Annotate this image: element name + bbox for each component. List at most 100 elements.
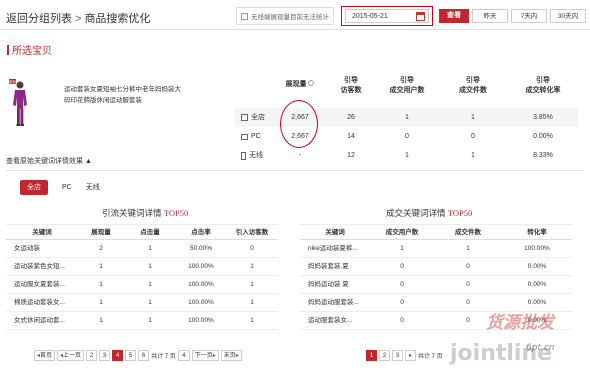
page-6-button[interactable]: 6 — [138, 350, 150, 361]
page-1-button[interactable]: 1 — [366, 350, 377, 361]
help-icon[interactable] — [308, 80, 315, 86]
metric-header-line1: 引导 — [536, 77, 550, 84]
date-highlight-frame: 2015-05-21 — [341, 6, 433, 26]
breadcrumb-current: 商品搜索优化 — [84, 13, 151, 25]
metric-header-line1: 引导 — [400, 77, 414, 84]
traffic-row: 女运动装 2 1 50.00% 0 — [6, 241, 278, 258]
page-5-button[interactable]: 5 — [125, 350, 137, 361]
value-cell: 0 — [400, 263, 404, 270]
page-4-button[interactable]: 4 — [112, 350, 124, 361]
column-header: 成交件数 — [455, 229, 481, 236]
value-cell: 1 — [400, 245, 404, 252]
column-header: 点击率 — [191, 229, 211, 236]
value-cell: 0 — [250, 245, 254, 252]
value-cell: 0.00% — [527, 263, 547, 270]
value-cell: 0.00% — [527, 281, 547, 288]
keyword-cell[interactable]: 妈妈运动服套装... — [300, 295, 370, 311]
keyword-cell[interactable]: 运动服套装女... — [300, 313, 370, 329]
value-cell: 0 — [400, 317, 404, 324]
breadcrumb-back-link[interactable]: 返回分组列表 — [6, 13, 72, 25]
mobile-icon — [241, 151, 246, 160]
value-cell: 100.00% — [188, 263, 214, 270]
column-header: 转化率 — [527, 229, 547, 236]
value-cell: 100.00% — [188, 281, 214, 288]
channel-tabs: 全店 PC 无线 — [20, 180, 100, 195]
metric-value: 26 — [347, 114, 355, 121]
pager-label: 首页 — [40, 353, 53, 359]
row-label-text: 全店 — [251, 114, 265, 121]
value-cell: 1 — [148, 245, 152, 252]
metric-value: 1 — [405, 152, 409, 159]
metric-header-items: 引导 成交件数 — [446, 76, 500, 96]
product-title[interactable]: 运动套装女夏短袖七分裤中老年妈妈装大码印花韩版休闲运动服套装 — [64, 84, 182, 106]
keyword-cell[interactable]: 运动服女夏套装... — [6, 277, 78, 293]
page-jump-input[interactable]: 4 — [177, 350, 190, 361]
query-button[interactable]: 查看 — [439, 9, 469, 23]
metric-row-wireless: 无线 - 12 1 1 8.33% — [235, 146, 578, 165]
value-cell: 1 — [250, 317, 254, 324]
row-label-text: PC — [251, 133, 261, 140]
page-2-button[interactable]: 2 — [86, 350, 98, 361]
metric-value: 1 — [471, 152, 475, 159]
keyword-cell[interactable]: nike运动装夏裤... — [300, 241, 370, 257]
last-page-button[interactable]: 末页▸ — [220, 350, 242, 361]
watermark-domain: 6pt.cn — [526, 343, 555, 353]
traffic-row: 女式休闲运动套... 1 1 100.00% 1 — [6, 313, 278, 330]
keyword-cell[interactable]: 棉质运动套装女... — [6, 295, 78, 311]
page-3-button[interactable]: 3 — [99, 350, 111, 361]
pager-label: 上一页 — [63, 353, 82, 359]
value-cell: 2 — [99, 245, 103, 252]
metric-header-line2: 成交件数 — [459, 87, 487, 94]
keyword-cell[interactable]: 妈妈运动装 夏 — [300, 277, 370, 293]
top-bar: 返回分组列表 > 商品搜索优化 无线端展现量目前无法统计 2015-05-21 查看… — [0, 0, 590, 30]
value-cell: 1 — [250, 299, 254, 306]
divider — [6, 170, 584, 171]
page-2-button[interactable]: 2 — [379, 350, 390, 361]
traffic-pagination: ◂首页 ◂上一页 2 3 4 5 6 共计 7 页 4 下一页▸ 末页▸ — [34, 350, 242, 361]
section-header: 所选宝贝 — [7, 42, 52, 57]
column-header: 展现量 — [91, 229, 111, 236]
keyword-cell[interactable]: 女运动装 — [6, 241, 78, 257]
value-cell: 0 — [400, 299, 404, 306]
notice-text: 无线端展现量目前无法统计 — [251, 14, 329, 21]
store-icon — [241, 114, 248, 121]
conversion-row: 妈妈运动装 夏 0 0 0.00% — [300, 277, 572, 294]
keyword-cell[interactable]: 女式休闲运动套... — [6, 313, 78, 329]
value-cell: 1 — [466, 245, 470, 252]
monitor-icon — [241, 133, 248, 140]
value-cell: 1 — [250, 263, 254, 270]
wireless-notice: 无线端展现量目前无法统计 — [236, 7, 334, 25]
traffic-keywords-title: 引流关键词详情 TOP50 — [102, 207, 188, 219]
page-3-button[interactable]: 3 — [392, 350, 403, 361]
keyword-cell[interactable]: 运动装紫色女短... — [6, 259, 78, 275]
table-title-text: 引流关键词详情 — [102, 208, 164, 218]
product-image[interactable]: 新品 — [9, 79, 31, 127]
conversion-row: nike运动装夏裤... 1 1 100.00% — [300, 241, 572, 258]
keyword-cell[interactable]: 妈妈装套装.夏 — [300, 259, 370, 275]
traffic-table-header: 关键词 展现量 点击量 点击率 引入访客数 — [6, 224, 278, 240]
calendar-icon[interactable] — [416, 12, 425, 21]
range-yesterday-button[interactable]: 昨天 — [472, 9, 508, 23]
prev-page-button[interactable]: ◂上一页 — [57, 350, 85, 361]
notice-checkbox-icon[interactable] — [241, 12, 248, 20]
column-header: 引入访客数 — [235, 229, 269, 236]
section-marker — [7, 44, 9, 55]
watermark-line1: 货源批发 — [486, 313, 556, 333]
date-input[interactable]: 2015-05-21 — [345, 9, 429, 23]
toggle-keyword-details[interactable]: 查看原始关键词详情效果 ▲ — [6, 156, 92, 166]
first-page-button[interactable]: ◂首页 — [34, 350, 56, 361]
impressions-highlight-circle — [280, 100, 318, 148]
tab-all[interactable]: 全店 — [20, 180, 48, 195]
metric-value: - — [298, 152, 302, 159]
table-title-top: TOP50 — [447, 208, 473, 218]
metric-value: 8.33% — [533, 152, 553, 159]
metric-value: 0 — [471, 133, 475, 140]
range-7days-button[interactable]: 7天内 — [511, 9, 547, 23]
range-30days-button[interactable]: 30天内 — [550, 9, 586, 23]
tab-pc[interactable]: PC — [62, 180, 72, 195]
next-page-button[interactable]: 下一页▸ — [191, 350, 219, 361]
tab-wireless[interactable]: 无线 — [86, 180, 100, 195]
pager-label: 下一页 — [194, 353, 213, 359]
column-header: 成交用户数 — [385, 229, 419, 236]
next-arrow-button[interactable]: ▸ — [405, 350, 416, 361]
